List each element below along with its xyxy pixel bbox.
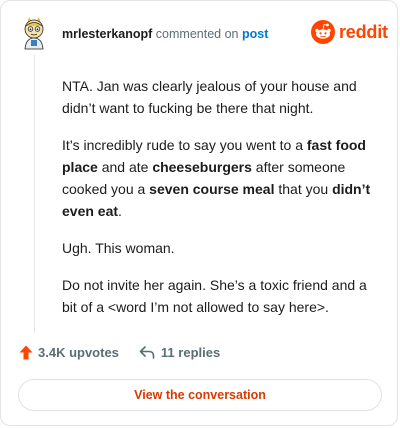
comment-paragraph: Ugh. This woman. — [62, 237, 380, 259]
reddit-logo[interactable]: reddit — [311, 20, 388, 44]
comment-header: mrlesterkanopf commented on post — [62, 26, 268, 42]
reddit-wordmark: reddit — [339, 21, 388, 42]
comment-card: mrlesterkanopf commented on post reddit … — [0, 0, 398, 426]
reply-count: 11 replies — [160, 345, 221, 360]
comment-text: NTA. Jan was clearly jealous of your hou… — [62, 78, 357, 116]
comment-stats: 3.4K upvotes 11 replies — [19, 345, 220, 360]
username-link[interactable]: mrlesterkanopf — [62, 27, 152, 41]
view-conversation-button[interactable]: View the conversation — [18, 379, 382, 411]
comment-text: and ate — [97, 159, 153, 175]
comment-text: Do not invite her again. She’s a toxic f… — [62, 277, 367, 315]
comment-text: . — [118, 203, 122, 219]
reddit-snoo-icon — [311, 20, 335, 44]
upvote-count: 3.4K upvotes — [38, 345, 119, 360]
thread-line — [34, 55, 35, 333]
bold-text: seven course meal — [149, 181, 275, 197]
comment-paragraph: Do not invite her again. She’s a toxic f… — [62, 274, 380, 318]
comment-text: Ugh. This woman. — [62, 240, 175, 256]
comment-paragraph: NTA. Jan was clearly jealous of your hou… — [62, 75, 380, 119]
avatar[interactable] — [19, 16, 49, 50]
comment-paragraph: It’s incredibly rude to say you went to … — [62, 134, 380, 222]
comment-body: NTA. Jan was clearly jealous of your hou… — [62, 75, 380, 333]
comment-text: that you — [274, 181, 333, 197]
bold-text: cheeseburgers — [152, 159, 252, 175]
upvote-arrow-icon[interactable] — [19, 345, 33, 360]
reply-arrow-icon[interactable] — [139, 346, 155, 359]
comment-text: It’s incredibly rude to say you went to … — [62, 137, 307, 153]
comment-action-text: commented on — [155, 27, 239, 41]
post-link[interactable]: post — [242, 27, 268, 41]
